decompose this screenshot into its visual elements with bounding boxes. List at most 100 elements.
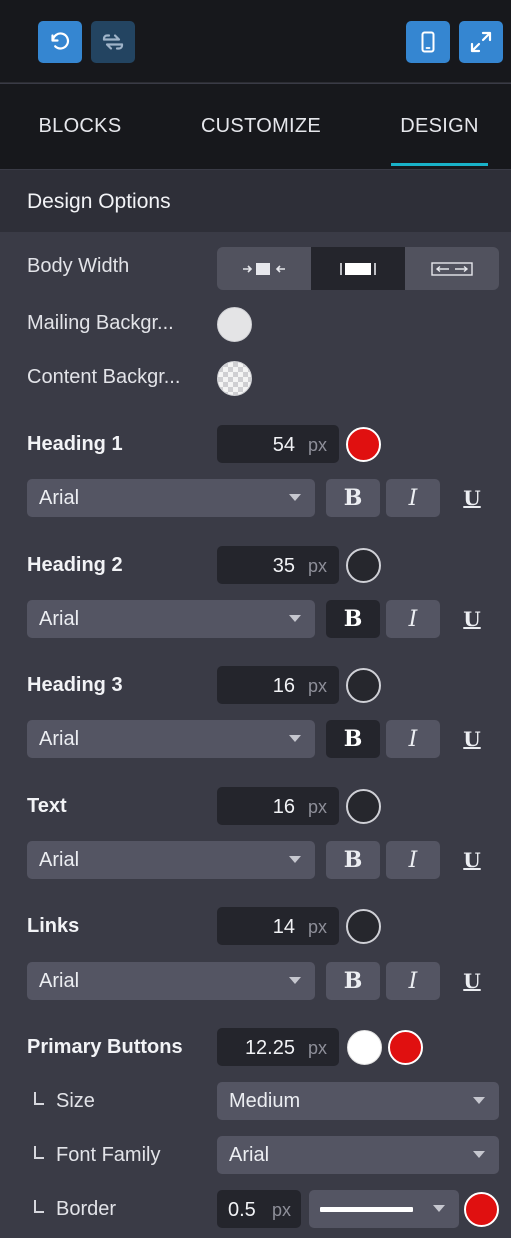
primary-buttons-size-value: 12.25 [244, 1037, 295, 1059]
body-width-wide[interactable] [405, 247, 499, 290]
sub-item-icon [34, 1200, 44, 1213]
primary-buttons-border-width-input[interactable]: 0.5 px [217, 1190, 301, 1228]
primary-buttons-size-row-label: Size [34, 1090, 95, 1113]
heading1-bold-button[interactable]: B [326, 479, 380, 517]
chevron-down-icon [473, 1151, 485, 1158]
solid-line-icon [320, 1207, 413, 1212]
chevron-down-icon [473, 1097, 485, 1104]
heading3-label: Heading 3 [27, 674, 123, 696]
links-color-swatch[interactable] [346, 909, 381, 944]
primary-buttons-font-family-label: Font Family [34, 1144, 160, 1167]
links-font-value: Arial [39, 970, 80, 992]
primary-buttons-bg-color-swatch[interactable] [388, 1030, 423, 1065]
links-underline-button[interactable]: U [457, 962, 487, 1000]
chevron-down-icon [289, 615, 301, 622]
primary-buttons-size-input[interactable]: 12.25 px [217, 1028, 339, 1066]
mobile-preview-button[interactable] [406, 21, 450, 63]
primary-buttons-text-color-swatch[interactable] [347, 1030, 382, 1065]
tab-bar: BLOCKS CUSTOMIZE DESIGN [0, 84, 511, 169]
primary-buttons-border-style-select[interactable] [309, 1190, 459, 1228]
heading1-underline-button[interactable]: U [457, 479, 487, 517]
mailing-background-label: Mailing Backgr... [27, 312, 174, 334]
mailing-background-color-swatch[interactable] [217, 307, 252, 342]
primary-buttons-label: Primary Buttons [27, 1036, 183, 1058]
border-width-value: 0.5 [228, 1199, 256, 1221]
border-width-unit: px [271, 1200, 291, 1220]
heading1-font-select[interactable]: Arial [27, 479, 315, 517]
heading1-label: Heading 1 [27, 433, 123, 455]
text-size-value: 16 [272, 796, 295, 818]
tab-design[interactable]: DESIGN [391, 84, 488, 169]
expand-button[interactable] [459, 21, 503, 63]
chevron-down-icon [289, 856, 301, 863]
heading3-size-value: 16 [272, 675, 295, 697]
primary-buttons-size-select-value: Medium [229, 1090, 301, 1112]
text-font-select[interactable]: Arial [27, 841, 315, 879]
links-bold-button[interactable]: B [326, 962, 380, 1000]
text-size-input[interactable]: 16 px [217, 787, 339, 825]
links-size-input[interactable]: 14 px [217, 907, 339, 945]
text-italic-button[interactable]: I [386, 841, 440, 879]
text-color-swatch[interactable] [346, 789, 381, 824]
text-label: Text [27, 795, 67, 817]
heading2-font-select[interactable]: Arial [27, 600, 315, 638]
primary-buttons-border-color-swatch[interactable] [464, 1192, 499, 1227]
primary-buttons-font-family-value: Arial [229, 1144, 270, 1166]
undo-icon [51, 32, 70, 50]
text-font-value: Arial [39, 849, 80, 871]
links-font-select[interactable]: Arial [27, 962, 315, 1000]
top-toolbar [0, 0, 511, 83]
sub-item-icon [34, 1146, 44, 1159]
heading3-size-unit: px [307, 676, 327, 696]
heading3-font-select[interactable]: Arial [27, 720, 315, 758]
heading1-size-value: 54 [272, 434, 295, 456]
heading2-font-value: Arial [39, 608, 80, 630]
heading3-size-input[interactable]: 16 px [217, 666, 339, 704]
text-bold-button[interactable]: B [326, 841, 380, 879]
heading1-size-input[interactable]: 54 px [217, 425, 339, 463]
body-width-label: Body Width [27, 255, 130, 277]
chevron-down-icon [433, 1205, 445, 1212]
content-background-color-swatch[interactable] [217, 361, 252, 396]
primary-buttons-size-select[interactable]: Medium [217, 1082, 499, 1120]
primary-buttons-font-family-select[interactable]: Arial [217, 1136, 499, 1174]
body-width-medium[interactable] [311, 247, 405, 290]
undo-button[interactable] [38, 21, 82, 63]
wide-width-icon [431, 261, 473, 276]
heading2-italic-button[interactable]: I [386, 600, 440, 638]
links-size-unit: px [307, 917, 327, 937]
tab-customize[interactable]: CUSTOMIZE [190, 84, 332, 169]
chevron-down-icon [289, 494, 301, 501]
heading1-font-value: Arial [39, 487, 80, 509]
tab-blocks[interactable]: BLOCKS [20, 84, 140, 169]
medium-width-icon [340, 262, 376, 275]
expand-icon [470, 31, 492, 53]
body-width-narrow[interactable] [217, 247, 311, 290]
active-tab-indicator [391, 163, 488, 166]
heading3-font-value: Arial [39, 728, 80, 750]
heading3-underline-button[interactable]: U [457, 720, 487, 758]
heading3-bold-button[interactable]: B [326, 720, 380, 758]
heading2-size-value: 35 [272, 555, 295, 577]
heading2-color-swatch[interactable] [346, 548, 381, 583]
heading1-color-swatch[interactable] [346, 427, 381, 462]
text-size-unit: px [307, 797, 327, 817]
primary-buttons-size-unit: px [307, 1038, 327, 1058]
heading2-underline-button[interactable]: U [457, 600, 487, 638]
text-underline-button[interactable]: U [457, 841, 487, 879]
section-header[interactable]: Design Options [0, 170, 511, 232]
heading1-italic-button[interactable]: I [386, 479, 440, 517]
heading2-bold-button[interactable]: B [326, 600, 380, 638]
chevron-down-icon [289, 977, 301, 984]
content-background-label: Content Backgr... [27, 366, 181, 388]
heading2-size-input[interactable]: 35 px [217, 546, 339, 584]
heading2-size-unit: px [307, 556, 327, 576]
body-width-selector [217, 247, 499, 290]
swap-button[interactable] [91, 21, 135, 63]
chevron-down-icon [289, 735, 301, 742]
sub-item-icon [34, 1092, 44, 1105]
heading3-color-swatch[interactable] [346, 668, 381, 703]
links-italic-button[interactable]: I [386, 962, 440, 1000]
links-label: Links [27, 915, 80, 937]
heading3-italic-button[interactable]: I [386, 720, 440, 758]
